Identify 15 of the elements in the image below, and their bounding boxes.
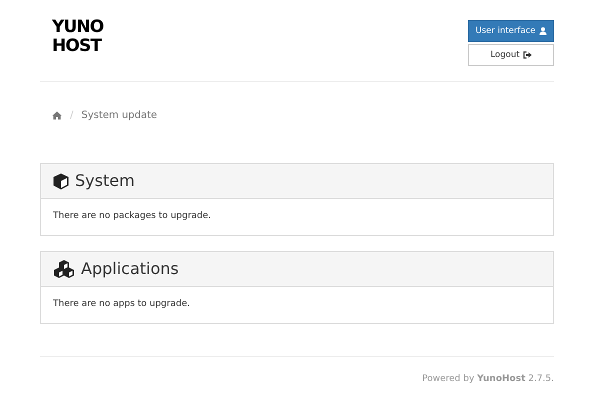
panel-message: There are no apps to upgrade. <box>53 298 190 312</box>
panel-title: Applications <box>81 258 179 280</box>
user-interface-button[interactable]: User interface <box>468 20 554 42</box>
user-icon <box>538 27 546 35</box>
home-icon[interactable] <box>52 111 62 120</box>
cube-icon <box>53 172 69 190</box>
footer-text: Powered by YunoHost 2.7.5. <box>422 373 554 386</box>
breadcrumb-item: System update <box>81 109 158 123</box>
logout-button[interactable]: Logout <box>468 44 554 66</box>
breadcrumb-separator: / <box>70 109 74 123</box>
panel-message: There are no packages to upgrade. <box>53 210 212 224</box>
panel-title: System <box>75 170 135 192</box>
logo: YUNO HOST <box>52 18 104 56</box>
logout-icon <box>522 51 532 59</box>
cubes-icon <box>53 260 75 278</box>
